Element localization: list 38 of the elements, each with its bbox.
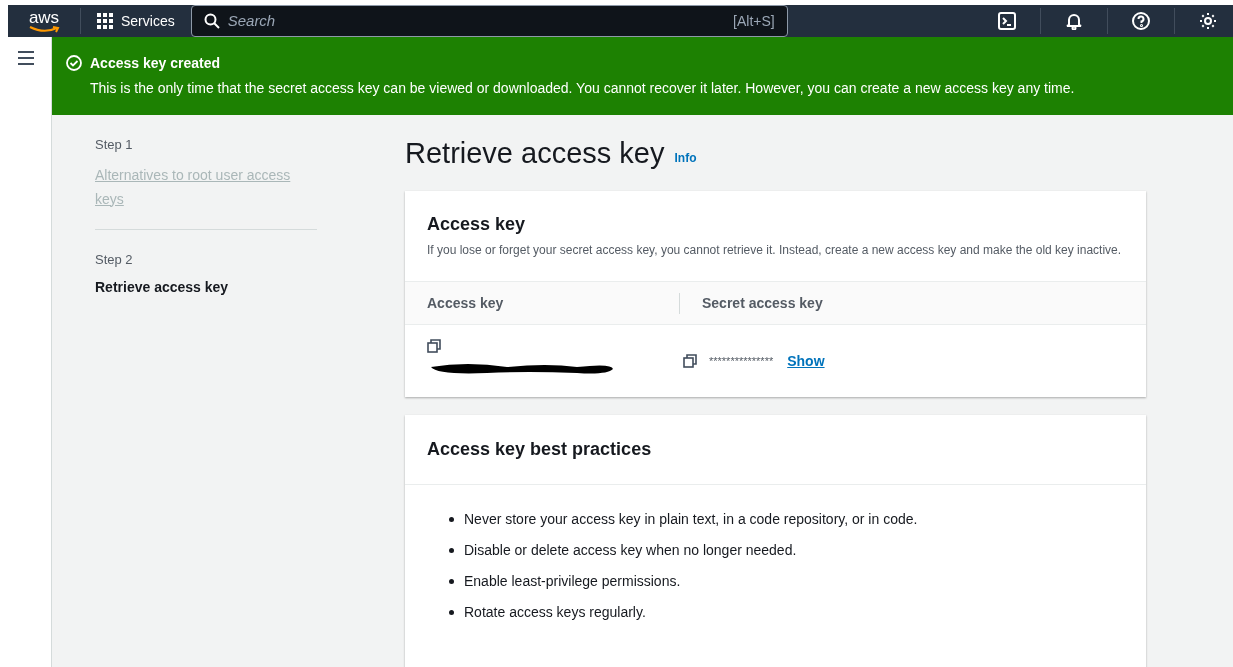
search-icon xyxy=(203,13,220,29)
settings-icon[interactable] xyxy=(1199,12,1217,30)
bullet-icon xyxy=(449,610,454,615)
panel-title: Access key xyxy=(427,213,527,236)
banner-title: Access key created xyxy=(90,54,221,73)
smile-arrow-icon xyxy=(28,26,60,33)
services-button[interactable]: Services xyxy=(97,10,175,32)
secret-key-mask: *************** xyxy=(709,353,774,369)
column-header: Access key xyxy=(427,292,680,314)
search-bar[interactable]: Search [Alt+S] xyxy=(190,5,788,37)
bell-icon[interactable] xyxy=(1065,12,1083,30)
practice-item: Enable least-privilege permissions. xyxy=(464,572,681,591)
column-header: Secret access key xyxy=(702,293,823,313)
page-title: Retrieve access key xyxy=(405,136,665,171)
bullet-icon xyxy=(449,548,454,553)
bullet-icon xyxy=(449,579,454,584)
menu-icon[interactable] xyxy=(17,51,34,65)
banner-message: This is the only time that the secret access key can be viewed or downloaded. You cannot recover it later. However, you can create a new access key any time. xyxy=(90,79,1075,98)
panel-description: If you lose or forget your secret access key, you cannot retrieve it. Instead, create a new access key and make the old key inactive. xyxy=(427,242,1123,259)
check-circle-icon xyxy=(66,55,82,71)
shortcut-hint: [Alt+S] xyxy=(733,11,775,31)
search-input[interactable]: Search xyxy=(227,9,726,33)
step-number: Step 1 xyxy=(95,136,134,154)
panel-title: Access key best practices xyxy=(427,438,652,461)
bullet-icon xyxy=(449,517,454,522)
practice-item: Rotate access keys regularly. xyxy=(464,603,646,622)
info-link[interactable]: Info xyxy=(674,149,697,167)
grid-icon xyxy=(97,13,113,29)
practice-item: Never store your access key in plain text, in a code repository, or in code. xyxy=(464,510,918,529)
copy-icon[interactable] xyxy=(683,354,697,368)
help-icon[interactable] xyxy=(1132,12,1150,30)
logo[interactable]: aws xyxy=(28,9,60,26)
terminal-icon[interactable] xyxy=(998,12,1016,30)
copy-icon[interactable] xyxy=(427,339,441,353)
step-link[interactable]: Retrieve access key xyxy=(95,277,317,298)
show-link[interactable]: Show xyxy=(787,350,825,372)
step-number: Step 2 xyxy=(95,250,134,269)
practice-item: Disable or delete access key when no longer needed. xyxy=(464,541,797,560)
